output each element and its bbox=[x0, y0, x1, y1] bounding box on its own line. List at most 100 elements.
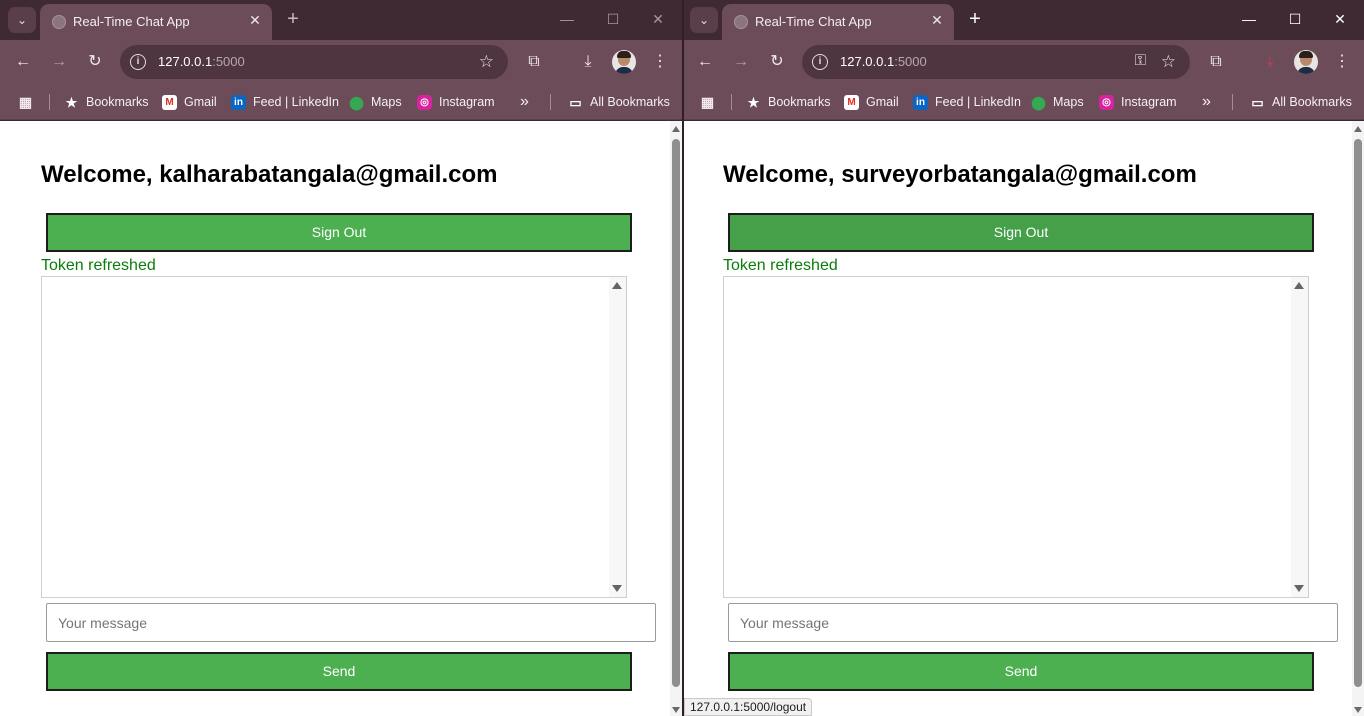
scroll-down-arrow-icon[interactable] bbox=[672, 707, 680, 713]
gmail-icon: M bbox=[162, 94, 177, 110]
sign-out-button[interactable]: Sign Out bbox=[46, 213, 632, 252]
star-icon: ★ bbox=[65, 94, 78, 110]
back-arrow-icon[interactable]: ← bbox=[694, 51, 716, 73]
all-bookmarks-button[interactable]: ▭ All Bookmarks bbox=[1250, 93, 1352, 111]
url-text: 127.0.0.1:5000 bbox=[840, 54, 927, 69]
page-scrollbar[interactable] bbox=[1352, 121, 1364, 716]
kebab-menu-icon[interactable]: ⋮ bbox=[1331, 51, 1353, 73]
chat-scrollbar[interactable] bbox=[609, 277, 626, 597]
linkedin-icon: in bbox=[231, 94, 246, 110]
bookmarks-bar: ▦ ★ Bookmarks M Gmail in Feed | LinkedIn ⬤ M… bbox=[682, 84, 1364, 120]
bookmark-star-icon[interactable]: ☆ bbox=[479, 52, 494, 72]
bookmark-star-icon[interactable]: ☆ bbox=[1161, 52, 1176, 72]
toolbar: ← → ↻ i 127.0.0.1:5000 ☆ ⧉ ⤓ ⋮ bbox=[0, 40, 682, 84]
bookmark-bookmarks[interactable]: ★ Bookmarks bbox=[746, 93, 831, 111]
close-window-button[interactable]: ✕ bbox=[1329, 8, 1351, 30]
gmail-icon: M bbox=[844, 94, 859, 110]
new-tab-button[interactable]: + bbox=[964, 8, 986, 30]
status-message: Token refreshed bbox=[723, 257, 838, 274]
bookmark-linkedin[interactable]: in Feed | LinkedIn bbox=[913, 93, 1021, 111]
chat-messages-box[interactable] bbox=[41, 276, 627, 598]
kebab-menu-icon[interactable]: ⋮ bbox=[649, 51, 671, 73]
message-input[interactable] bbox=[46, 603, 656, 642]
maximize-button[interactable]: ☐ bbox=[1284, 8, 1306, 30]
chat-scrollbar[interactable] bbox=[1291, 277, 1308, 597]
scrollbar-thumb[interactable] bbox=[1354, 139, 1362, 687]
back-arrow-icon[interactable]: ← bbox=[12, 51, 34, 73]
tab-active[interactable]: Real-Time Chat App ✕ bbox=[40, 4, 272, 40]
desktop: ⌄ Real-Time Chat App ✕ + — ☐ ✕ ← → ↻ i 1… bbox=[0, 0, 1364, 716]
minimize-button[interactable]: — bbox=[1238, 8, 1260, 30]
address-bar[interactable]: i 127.0.0.1:5000 ⚿ ☆ bbox=[802, 45, 1190, 79]
scroll-up-arrow-icon[interactable] bbox=[1354, 126, 1362, 132]
reload-icon[interactable]: ↻ bbox=[766, 51, 788, 73]
close-tab-icon[interactable]: ✕ bbox=[246, 11, 264, 29]
scrollbar-thumb[interactable] bbox=[672, 139, 680, 687]
extensions-icon[interactable]: ⧉ bbox=[1205, 51, 1227, 73]
bookmark-linkedin[interactable]: in Feed | LinkedIn bbox=[231, 93, 339, 111]
bookmark-gmail[interactable]: M Gmail bbox=[844, 93, 899, 111]
scroll-down-arrow-icon[interactable] bbox=[1354, 707, 1362, 713]
instagram-icon: ◎ bbox=[417, 94, 432, 110]
browser-window-left: ⌄ Real-Time Chat App ✕ + — ☐ ✕ ← → ↻ i 1… bbox=[0, 0, 682, 716]
password-key-icon[interactable]: ⚿ bbox=[1135, 52, 1146, 69]
scroll-up-arrow-icon[interactable] bbox=[1294, 282, 1304, 289]
tab-search-menu-button[interactable]: ⌄ bbox=[8, 7, 36, 33]
maps-pin-icon: ⬤ bbox=[349, 94, 364, 110]
apps-grid-icon[interactable]: ▦ bbox=[18, 93, 40, 111]
instagram-icon: ◎ bbox=[1099, 94, 1114, 110]
forward-arrow-icon[interactable]: → bbox=[730, 51, 752, 73]
download-icon[interactable]: ⤓ bbox=[1259, 51, 1281, 73]
download-icon[interactable]: ⤓ bbox=[577, 51, 599, 73]
bookmark-instagram[interactable]: ◎ Instagram bbox=[417, 93, 495, 111]
bookmarks-separator bbox=[1232, 94, 1233, 110]
scroll-down-arrow-icon[interactable] bbox=[612, 585, 622, 592]
bookmarks-separator bbox=[550, 94, 551, 110]
chat-messages-box[interactable] bbox=[723, 276, 1309, 598]
site-info-icon[interactable]: i bbox=[130, 54, 146, 70]
folder-icon: ▭ bbox=[569, 94, 582, 110]
tab-active[interactable]: Real-Time Chat App ✕ bbox=[722, 4, 954, 40]
apps-grid-icon[interactable]: ▦ bbox=[700, 93, 722, 111]
close-tab-icon[interactable]: ✕ bbox=[928, 11, 946, 29]
chat-page: Welcome, kalharabatangala@gmail.com Sign… bbox=[0, 121, 682, 716]
status-message: Token refreshed bbox=[41, 257, 156, 274]
profile-avatar[interactable] bbox=[1294, 50, 1318, 74]
browser-window-right: ⌄ Real-Time Chat App ✕ + — ☐ ✕ ← → ↻ i 1… bbox=[682, 0, 1364, 716]
maximize-button[interactable]: ☐ bbox=[602, 8, 624, 30]
bookmark-maps[interactable]: ⬤ Maps bbox=[349, 93, 401, 111]
send-button[interactable]: Send bbox=[46, 652, 632, 691]
bookmark-bookmarks[interactable]: ★ Bookmarks bbox=[64, 93, 149, 111]
message-input[interactable] bbox=[728, 603, 1338, 642]
scroll-down-arrow-icon[interactable] bbox=[1294, 585, 1304, 592]
page-scrollbar[interactable] bbox=[670, 121, 682, 716]
bookmarks-bar: ▦ ★ Bookmarks M Gmail in Feed | LinkedIn ⬤ M… bbox=[0, 84, 682, 120]
new-tab-button[interactable]: + bbox=[282, 8, 304, 30]
bookmarks-overflow-button[interactable]: » bbox=[520, 93, 529, 111]
close-window-button[interactable]: ✕ bbox=[647, 8, 669, 30]
scroll-up-arrow-icon[interactable] bbox=[612, 282, 622, 289]
extensions-icon[interactable]: ⧉ bbox=[523, 51, 545, 73]
tab-title: Real-Time Chat App bbox=[73, 14, 190, 29]
bookmarks-separator bbox=[49, 94, 50, 110]
address-bar[interactable]: i 127.0.0.1:5000 ☆ bbox=[120, 45, 508, 79]
tab-strip: ⌄ Real-Time Chat App ✕ + — ☐ ✕ bbox=[682, 0, 1364, 40]
tab-search-menu-button[interactable]: ⌄ bbox=[690, 7, 718, 33]
bookmark-maps[interactable]: ⬤ Maps bbox=[1031, 93, 1083, 111]
minimize-button[interactable]: — bbox=[556, 8, 578, 30]
send-button[interactable]: Send bbox=[728, 652, 1314, 691]
bookmarks-overflow-button[interactable]: » bbox=[1202, 93, 1211, 111]
bookmark-instagram[interactable]: ◎ Instagram bbox=[1099, 93, 1177, 111]
toolbar: ← → ↻ i 127.0.0.1:5000 ⚿ ☆ ⧉ ⤓ ⋮ bbox=[682, 40, 1364, 84]
bookmark-gmail[interactable]: M Gmail bbox=[162, 93, 217, 111]
folder-icon: ▭ bbox=[1251, 94, 1264, 110]
site-info-icon[interactable]: i bbox=[812, 54, 828, 70]
reload-icon[interactable]: ↻ bbox=[84, 51, 106, 73]
sign-out-button[interactable]: Sign Out bbox=[728, 213, 1314, 252]
globe-icon bbox=[734, 15, 748, 29]
forward-arrow-icon[interactable]: → bbox=[48, 51, 70, 73]
profile-avatar[interactable] bbox=[612, 50, 636, 74]
scroll-up-arrow-icon[interactable] bbox=[672, 126, 680, 132]
star-icon: ★ bbox=[747, 94, 760, 110]
all-bookmarks-button[interactable]: ▭ All Bookmarks bbox=[568, 93, 670, 111]
